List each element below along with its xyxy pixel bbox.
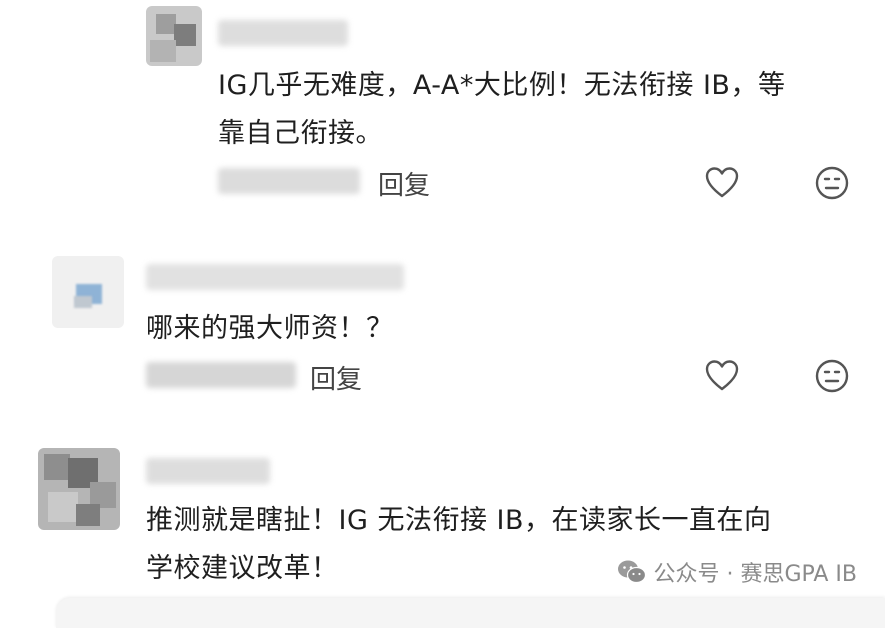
reply-button[interactable]: 回复 (378, 165, 430, 202)
heart-icon (705, 360, 739, 391)
emoji-icon (815, 166, 849, 200)
comment-text: IG几乎无难度，A-A*大比例！无法衔接 IB，等 靠自己衔接。 (218, 70, 786, 149)
avatar[interactable] (38, 448, 120, 530)
comment-text: 哪来的强大师资！？ (146, 313, 394, 344)
reply-button[interactable]: 回复 (310, 359, 362, 396)
heart-icon (705, 167, 739, 198)
like-button[interactable] (704, 358, 740, 394)
watermark: 公众号 · 赛思GPA IB (617, 556, 857, 588)
timestamp-blurred (218, 168, 360, 194)
username-blurred[interactable] (146, 264, 404, 290)
username-blurred[interactable] (146, 458, 270, 484)
username-blurred[interactable] (218, 20, 348, 46)
emoji-button[interactable] (814, 165, 850, 201)
avatar[interactable] (52, 256, 124, 328)
emoji-button[interactable] (814, 358, 850, 394)
timestamp-blurred (146, 362, 296, 388)
wechat-icon (618, 560, 647, 584)
like-button[interactable] (704, 165, 740, 201)
next-comment-card-edge (56, 598, 885, 628)
avatar[interactable] (146, 6, 202, 66)
watermark-text: 公众号 · 赛思GPA IB (653, 562, 857, 587)
emoji-icon (815, 359, 849, 393)
